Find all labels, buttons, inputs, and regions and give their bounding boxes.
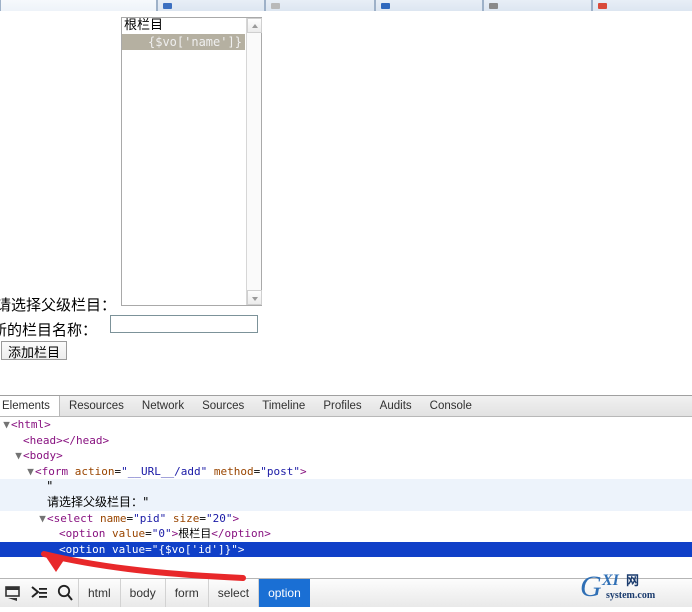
browser-tab-0[interactable] bbox=[0, 0, 157, 11]
scrollbar-track[interactable] bbox=[247, 33, 261, 290]
select-option-0[interactable]: 根栏目 bbox=[122, 18, 245, 34]
chevron-up-icon bbox=[252, 24, 258, 28]
dom-node-row[interactable]: 请选择父级栏目：" bbox=[0, 494, 692, 511]
devtools-breadcrumb-bar[interactable]: html body form select option bbox=[0, 578, 692, 607]
dom-node-row[interactable]: <head></head> bbox=[0, 433, 692, 449]
devtools-tab-profiles[interactable]: Profiles bbox=[314, 396, 370, 416]
disclosure-triangle-icon[interactable]: ▼ bbox=[2, 417, 11, 433]
browser-tab-5[interactable] bbox=[592, 0, 692, 11]
breadcrumb-body[interactable]: body bbox=[119, 579, 165, 607]
devtools-panel: Elements Resources Network Sources Timeline P… bbox=[0, 395, 692, 607]
dom-tree-view[interactable]: ▼<html> <head></head> ▼<body> ▼<form action… bbox=[0, 417, 692, 578]
devtools-tab-bar[interactable]: Elements Resources Network Sources Timeline P… bbox=[0, 396, 692, 417]
dock-panel-icon[interactable] bbox=[0, 579, 26, 607]
disclosure-triangle-icon[interactable]: ▼ bbox=[26, 464, 35, 480]
tab-favicon-icon bbox=[271, 3, 280, 9]
devtools-tab-elements[interactable]: Elements bbox=[0, 396, 60, 416]
browser-tab-3[interactable] bbox=[375, 0, 483, 11]
scroll-down-button[interactable] bbox=[247, 290, 262, 305]
devtools-tab-timeline[interactable]: Timeline bbox=[253, 396, 314, 416]
breadcrumb-html[interactable]: html bbox=[78, 579, 120, 607]
tab-favicon-icon bbox=[489, 3, 498, 9]
devtools-tab-network[interactable]: Network bbox=[133, 396, 193, 416]
tab-favicon-icon bbox=[598, 3, 607, 9]
chevron-down-icon bbox=[252, 297, 258, 301]
tab-favicon-icon bbox=[163, 3, 172, 9]
breadcrumb-select[interactable]: select bbox=[207, 579, 258, 607]
search-icon[interactable] bbox=[52, 579, 78, 607]
parent-category-label: 请选择父级栏目： bbox=[0, 296, 117, 314]
breadcrumb-form[interactable]: form bbox=[164, 579, 208, 607]
dom-node-row[interactable]: <option value="{$vo['id']}"> bbox=[0, 541, 692, 558]
devtools-tab-resources[interactable]: Resources bbox=[60, 396, 133, 416]
select-option-1[interactable]: {$vo['name']} bbox=[122, 34, 245, 50]
devtools-tab-console[interactable]: Console bbox=[421, 396, 481, 416]
inspect-element-icon[interactable] bbox=[26, 579, 52, 607]
browser-tab-4[interactable] bbox=[483, 0, 592, 11]
dom-node-row[interactable]: <option value="0">根栏目</option> bbox=[0, 526, 692, 542]
select-option-list[interactable]: 根栏目 {$vo['name']} bbox=[122, 18, 245, 305]
devtools-tab-sources[interactable]: Sources bbox=[193, 396, 253, 416]
dom-node-row[interactable]: ▼<body> bbox=[0, 448, 692, 464]
select-parent-category[interactable]: 根栏目 {$vo['name']} bbox=[121, 17, 262, 306]
dom-node-row[interactable]: ▼<form action="__URL__/add" method="post… bbox=[0, 464, 692, 480]
dom-node-row[interactable]: " bbox=[0, 479, 692, 495]
dom-node-row[interactable]: ▼<select name="pid" size="20"> bbox=[0, 511, 692, 527]
breadcrumb-option[interactable]: option bbox=[258, 579, 310, 607]
disclosure-triangle-icon[interactable]: ▼ bbox=[14, 448, 23, 464]
category-name-label: 新的栏目名称： bbox=[0, 321, 98, 339]
disclosure-triangle-icon[interactable]: ▼ bbox=[38, 511, 47, 527]
tab-favicon-icon bbox=[381, 3, 390, 9]
devtools-tab-audits[interactable]: Audits bbox=[371, 396, 421, 416]
browser-tab-1[interactable] bbox=[157, 0, 265, 11]
web-page-content: 根栏目 {$vo['name']} 请选择父级栏目： 新的栏目名称： 添加栏目 bbox=[0, 11, 692, 395]
browser-tab-2[interactable] bbox=[265, 0, 375, 11]
scroll-up-button[interactable] bbox=[247, 18, 262, 33]
category-name-input[interactable] bbox=[110, 315, 258, 333]
add-category-button[interactable]: 添加栏目 bbox=[1, 341, 68, 361]
dom-node-row[interactable]: ▼<html> bbox=[0, 417, 692, 433]
select-scrollbar[interactable] bbox=[246, 18, 262, 305]
